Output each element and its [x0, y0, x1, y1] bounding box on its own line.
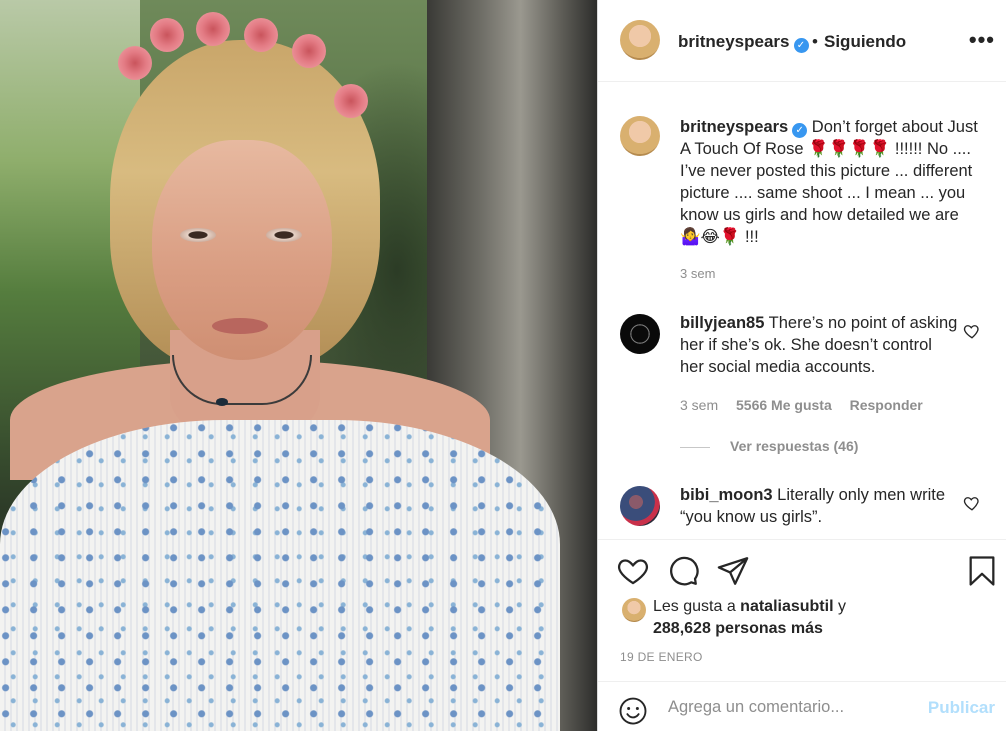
comment-timestamp[interactable]: 3 sem [680, 397, 718, 413]
author-avatar[interactable] [620, 20, 660, 60]
likes-count[interactable]: 288,628 personas más [653, 620, 823, 637]
likes-prefix: Les gusta a [653, 598, 741, 615]
caption-timestamp[interactable]: 3 sem [680, 266, 715, 281]
comments-section[interactable]: britneyspears ✓ Don’t forget about Just A… [598, 82, 1006, 540]
commenter-username[interactable]: billyjean85 [680, 314, 764, 332]
flower-crown-rose [196, 12, 230, 46]
photo-pendant [216, 398, 228, 406]
share-paper-plane-icon[interactable] [716, 554, 750, 588]
likes-text: Les gusta a nataliasubtil y 288,628 pers… [653, 596, 983, 640]
post-photo[interactable] [0, 0, 597, 731]
post-side-panel: britneyspears ✓ • Siguiendo ••• britneysp… [597, 0, 1006, 731]
photo-right-eye [266, 228, 302, 242]
flower-crown-rose [292, 34, 326, 68]
post-header: britneyspears ✓ • Siguiendo ••• [598, 0, 1006, 82]
comment-text: billyjean85 There’s no point of asking h… [680, 312, 960, 378]
following-button[interactable]: Siguiendo [824, 32, 906, 52]
flower-crown-rose [118, 46, 152, 80]
photo-blouse [0, 420, 560, 731]
commenter-avatar[interactable] [620, 314, 660, 354]
author-username-text[interactable]: britneyspears [678, 32, 790, 51]
comment-like-heart-icon[interactable] [963, 322, 981, 340]
comment-like-heart-icon[interactable] [963, 494, 981, 512]
flower-crown-rose [334, 84, 368, 118]
liker-username[interactable]: nataliasubtil [740, 598, 833, 615]
likes-connector: y [833, 598, 846, 615]
commenter-username[interactable]: bibi_moon3 [680, 486, 773, 504]
follow-separator: • [812, 32, 818, 51]
verified-badge-icon: ✓ [792, 123, 808, 138]
post-date[interactable]: 19 DE ENERO [620, 650, 703, 664]
photo-left-eye [180, 228, 216, 242]
add-comment-bar: Publicar [598, 681, 1006, 731]
caption-author-avatar[interactable] [620, 116, 660, 156]
comment-input[interactable] [668, 698, 918, 717]
author-username[interactable]: britneyspears ✓ [678, 32, 809, 53]
verified-badge-icon: ✓ [793, 38, 809, 53]
flower-crown-rose [244, 18, 278, 52]
caption-text: britneyspears ✓ Don’t forget about Just A… [680, 116, 980, 248]
liker-avatar[interactable] [622, 598, 646, 622]
comment-likes-count[interactable]: 5566 Me gusta [736, 397, 832, 413]
view-replies-button[interactable]: Ver respuestas (46) [680, 438, 858, 454]
caption-body: Don’t forget about Just A Touch Of Rose … [680, 118, 978, 246]
post-actions-bar [598, 540, 1006, 600]
caption-username[interactable]: britneyspears [680, 118, 788, 136]
more-options-icon[interactable]: ••• [969, 27, 995, 53]
comment-meta: 3 sem 5566 Me gusta Responder [680, 397, 937, 413]
photo-lips [212, 318, 268, 334]
comment-bubble-icon[interactable] [666, 554, 700, 588]
flower-crown-rose [150, 18, 184, 52]
commenter-avatar[interactable] [620, 486, 660, 526]
comment-text: bibi_moon3 Literally only men write “you… [680, 484, 960, 528]
publish-button[interactable]: Publicar [928, 698, 995, 718]
save-bookmark-icon[interactable] [965, 554, 999, 588]
reply-button[interactable]: Responder [850, 397, 923, 413]
like-heart-icon[interactable] [616, 554, 650, 588]
emoji-smiley-icon[interactable] [618, 696, 648, 726]
